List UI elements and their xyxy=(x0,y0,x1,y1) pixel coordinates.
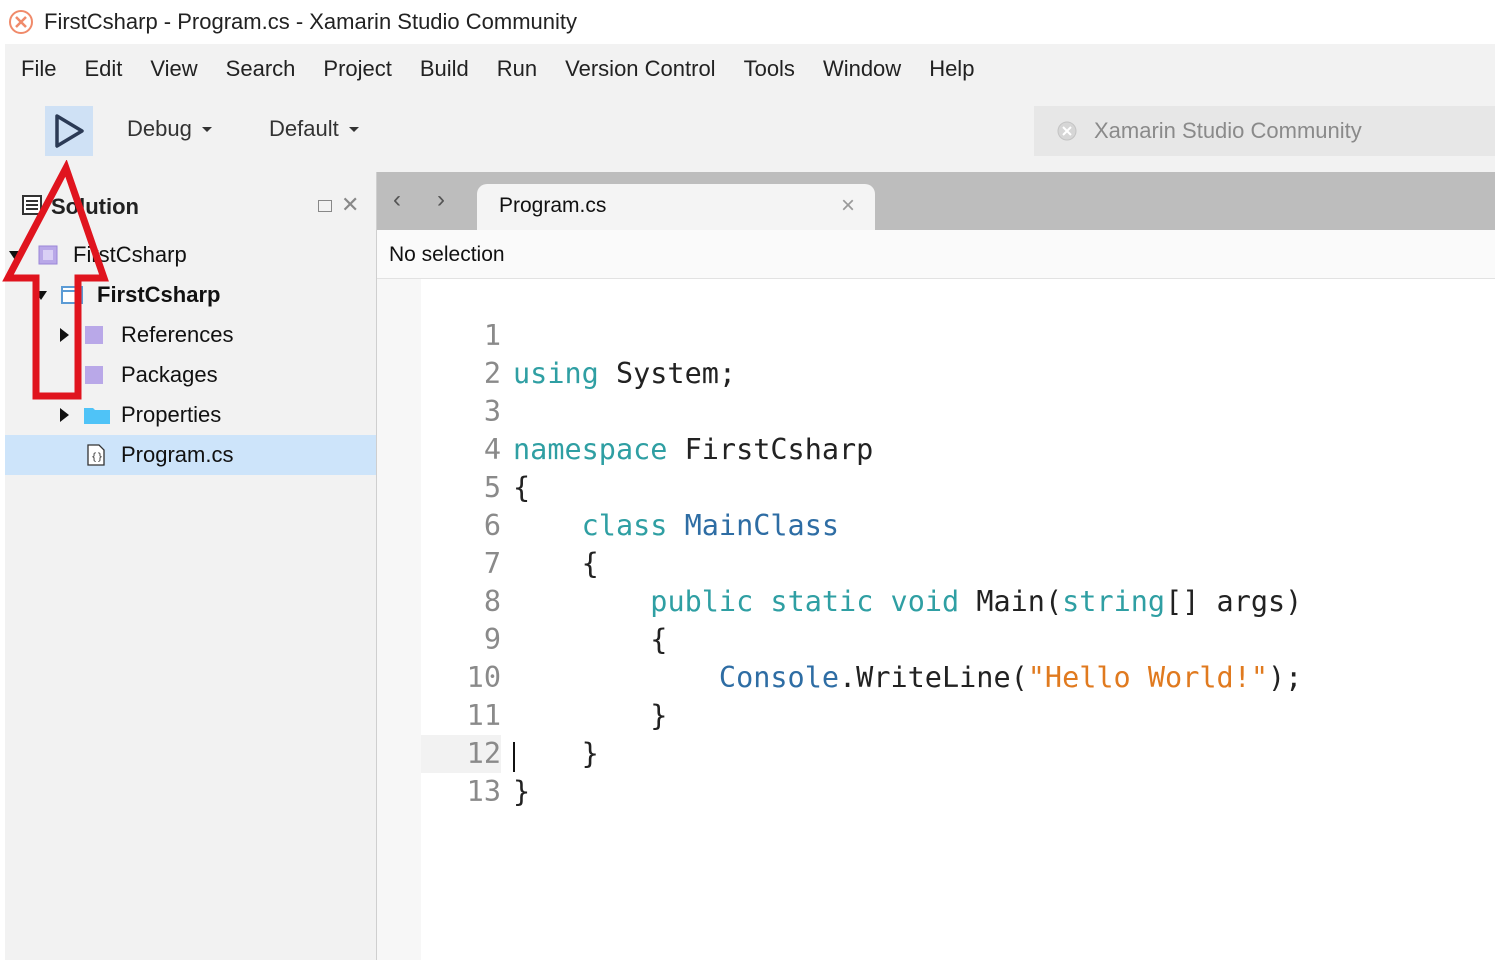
code-text: namespace FirstCsharp xyxy=(513,433,874,466)
menu-search[interactable]: Search xyxy=(212,56,310,82)
menu-run[interactable]: Run xyxy=(483,56,551,82)
window-title: FirstCsharp - Program.cs - Xamarin Studi… xyxy=(44,9,578,34)
code-text: Console.WriteLine("Hello World!"); xyxy=(718,661,1303,694)
menu-window[interactable]: Window xyxy=(809,56,915,82)
menu-version-control[interactable]: Version Control xyxy=(551,56,729,82)
chevron-right-icon[interactable] xyxy=(60,408,69,422)
code-text: using System; xyxy=(513,357,737,390)
code-line: 10 } xyxy=(377,621,668,732)
tree-item-label: FirstCsharp xyxy=(97,282,221,307)
nav-back-icon[interactable]: ‹ xyxy=(393,186,401,214)
path-bar[interactable]: No selection xyxy=(377,230,1495,279)
menu-view[interactable]: View xyxy=(136,56,211,82)
tree-item-label: FirstCsharp xyxy=(73,242,187,267)
menu-tools[interactable]: Tools xyxy=(730,56,809,82)
code-text: } xyxy=(513,699,668,732)
menu-file[interactable]: File xyxy=(5,56,70,82)
chevron-down-icon[interactable] xyxy=(35,291,47,300)
code-line: 5 class MainClass xyxy=(377,431,839,542)
target-dropdown[interactable]: Default xyxy=(269,116,359,142)
code-line: 9 Console.WriteLine("Hello World!"); xyxy=(377,583,1302,694)
line-number: 13 xyxy=(466,775,501,808)
editor-area: ‹ › Program.cs × No selection 1 using Sy… xyxy=(377,172,1495,960)
chevron-down-icon xyxy=(348,126,359,132)
code-text: public static void Main(string[] args) xyxy=(650,585,1303,618)
code-line: 12 } xyxy=(377,697,531,808)
close-icon[interactable]: × xyxy=(841,192,855,220)
code-text: } xyxy=(513,737,599,770)
code-line: 8 { xyxy=(377,545,668,656)
menu-build[interactable]: Build xyxy=(406,56,483,82)
tree-item-properties[interactable]: Properties xyxy=(5,395,376,435)
xamarin-logo-icon xyxy=(9,10,33,34)
code-line: 7 public static void Main(string[] args) xyxy=(377,507,1303,618)
code-line: 3 namespace FirstCsharp xyxy=(377,355,874,466)
code-text: { xyxy=(513,623,668,656)
code-line: 13 xyxy=(377,735,501,808)
status-area: Xamarin Studio Community xyxy=(1034,106,1495,156)
code-text: } xyxy=(513,775,531,808)
tree-item-program-cs[interactable]: {} Program.cs xyxy=(5,435,376,475)
nav-forward-icon[interactable]: › xyxy=(437,186,445,214)
tree-item-label: Packages xyxy=(121,362,218,387)
tree-item-label: Properties xyxy=(121,402,222,427)
xamarin-logo-icon xyxy=(1057,121,1077,141)
svg-text:{}: {} xyxy=(91,452,103,463)
maximize-icon[interactable] xyxy=(318,200,332,212)
tree-item-packages[interactable]: Packages xyxy=(5,355,376,395)
configuration-dropdown[interactable]: Debug xyxy=(127,116,212,142)
chevron-right-icon[interactable] xyxy=(60,328,69,342)
references-icon xyxy=(85,326,103,344)
project-icon xyxy=(61,286,83,304)
solution-pad-header: Solution ✕ xyxy=(5,172,376,234)
code-text: class MainClass xyxy=(581,509,840,542)
menu-project[interactable]: Project xyxy=(309,56,405,82)
run-button[interactable] xyxy=(45,106,93,156)
title-bar: FirstCsharp - Program.cs - Xamarin Studi… xyxy=(0,0,1495,44)
code-text: { xyxy=(513,471,531,504)
code-line: 2 xyxy=(377,317,501,390)
solution-pad: Solution ✕ FirstCsharp FirstCsharp Refer… xyxy=(5,172,377,960)
toolbar: Debug Default Xamarin Studio Community xyxy=(5,94,1495,172)
code-line: 6 { xyxy=(377,469,599,580)
target-label: Default xyxy=(269,116,339,141)
solution-pad-icon xyxy=(22,195,42,215)
tree-item-solution[interactable]: FirstCsharp xyxy=(5,235,376,275)
tab-program-cs[interactable]: Program.cs × xyxy=(477,184,875,230)
configuration-label: Debug xyxy=(127,116,192,141)
menu-bar: File Edit View Search Project Build Run … xyxy=(5,44,1495,94)
solution-icon xyxy=(38,245,58,265)
tab-label: Program.cs xyxy=(499,194,607,217)
tree-item-label: References xyxy=(121,322,234,347)
folder-icon xyxy=(84,408,110,424)
path-bar-text: No selection xyxy=(389,243,505,266)
code-line: 1 using System; xyxy=(377,279,736,390)
close-icon[interactable]: ✕ xyxy=(341,192,359,218)
chevron-down-icon[interactable] xyxy=(9,251,21,260)
code-text: { xyxy=(513,547,599,580)
code-line: 11 } xyxy=(377,659,599,770)
solution-pad-title: Solution xyxy=(51,194,139,219)
menu-edit[interactable]: Edit xyxy=(70,56,136,82)
text-cursor xyxy=(513,742,515,772)
play-icon xyxy=(55,114,84,148)
code-line: 4 { xyxy=(377,393,530,504)
tree-item-label: Program.cs xyxy=(121,442,234,467)
csharp-file-icon: {} xyxy=(87,444,105,466)
tree-item-references[interactable]: References xyxy=(5,315,376,355)
code-editor[interactable]: 1 using System; 2 3 namespace FirstCshar… xyxy=(377,279,1495,960)
packages-icon xyxy=(85,366,103,384)
status-text: Xamarin Studio Community xyxy=(1094,118,1362,143)
tree-item-project[interactable]: FirstCsharp xyxy=(5,275,376,315)
menu-help[interactable]: Help xyxy=(915,56,988,82)
tab-strip: ‹ › Program.cs × xyxy=(377,172,1495,230)
chevron-down-icon xyxy=(201,126,212,132)
